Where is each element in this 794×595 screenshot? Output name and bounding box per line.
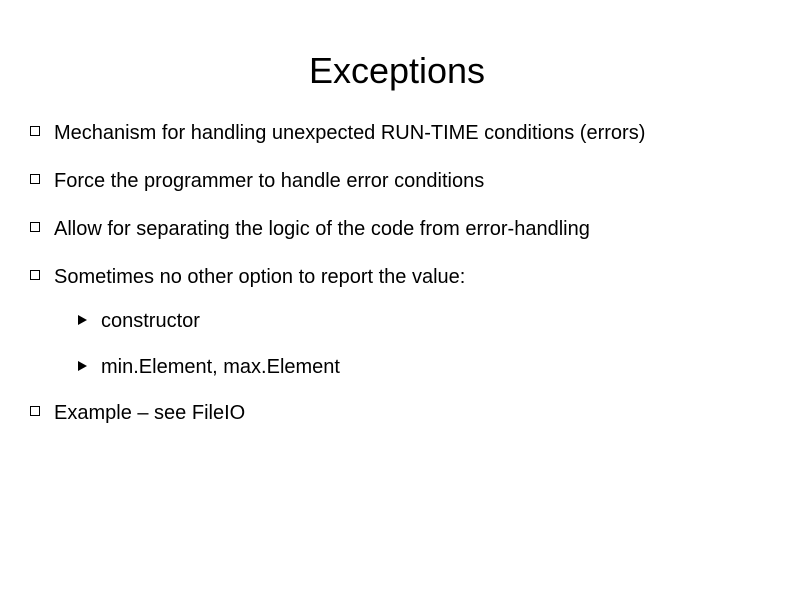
sub-bullet-list: constructor min.Element, max.Element: [78, 308, 764, 380]
bullet-item: Force the programmer to handle error con…: [30, 168, 764, 194]
slide-title: Exceptions: [30, 50, 764, 92]
bullet-item: Allow for separating the logic of the co…: [30, 216, 764, 242]
bullet-text: Example – see FileIO: [54, 400, 245, 426]
bullet-item: Mechanism for handling unexpected RUN-TI…: [30, 120, 764, 146]
sub-bullet-text: constructor: [101, 308, 200, 334]
square-bullet-icon: [30, 222, 40, 232]
main-bullet-list: Mechanism for handling unexpected RUN-TI…: [30, 120, 764, 290]
bullet-text: Allow for separating the logic of the co…: [54, 216, 590, 242]
sub-bullet-text: min.Element, max.Element: [101, 354, 340, 380]
bullet-item: Example – see FileIO: [30, 400, 764, 426]
sub-bullet-item: constructor: [78, 308, 764, 334]
square-bullet-icon: [30, 270, 40, 280]
square-bullet-icon: [30, 406, 40, 416]
arrow-bullet-icon: [78, 315, 87, 325]
square-bullet-icon: [30, 126, 40, 136]
square-bullet-icon: [30, 174, 40, 184]
bullet-text: Force the programmer to handle error con…: [54, 168, 484, 194]
sub-bullet-item: min.Element, max.Element: [78, 354, 764, 380]
bullet-text: Sometimes no other option to report the …: [54, 264, 465, 290]
bullet-text: Mechanism for handling unexpected RUN-TI…: [54, 120, 645, 146]
main-bullet-list-cont: Example – see FileIO: [30, 400, 764, 426]
arrow-bullet-icon: [78, 361, 87, 371]
bullet-item: Sometimes no other option to report the …: [30, 264, 764, 290]
